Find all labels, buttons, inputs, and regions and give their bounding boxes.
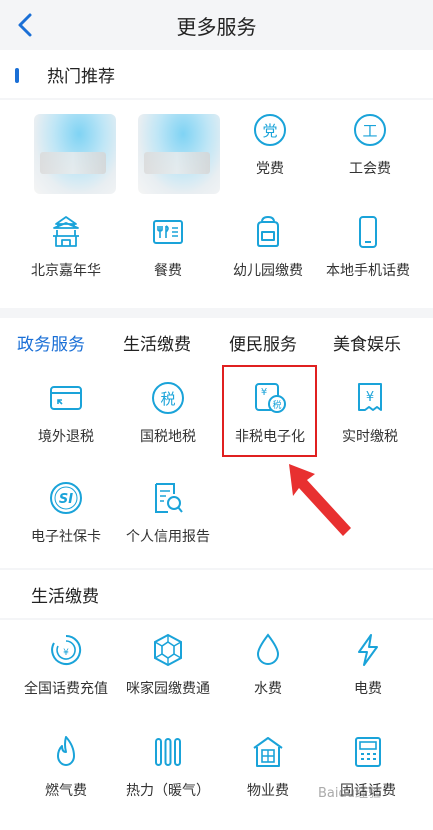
blurred-promo-1[interactable] <box>34 114 116 194</box>
top-bar: 更多服务 <box>0 0 433 50</box>
service-label: 实时缴税 <box>342 429 398 445</box>
social-security-icon: SI <box>50 482 82 514</box>
blurred-promo-2[interactable] <box>138 114 220 194</box>
party-fee-icon: 党 <box>254 114 286 146</box>
divider <box>0 308 433 318</box>
landline-icon <box>355 737 381 767</box>
radiator-icon <box>155 738 181 766</box>
service-electricity[interactable]: 电费 <box>314 620 422 720</box>
tab-gov-services[interactable]: 政务服务 <box>17 330 85 355</box>
service-label: 个人信用报告 <box>126 529 210 545</box>
service-label: 热力（暖气） <box>126 783 210 799</box>
service-label: 餐费 <box>154 263 182 279</box>
service-label: 电费 <box>354 681 382 697</box>
tab-food-entertainment[interactable]: 美食娱乐 <box>333 330 401 355</box>
gov-grid: 境外退税 税 国税地税 ¥ 税 非税电子化 ¥ 实时缴税 SI 电子社保卡 个人… <box>0 368 433 568</box>
union-fee-icon: 工 <box>354 114 386 146</box>
meal-icon <box>153 220 183 244</box>
water-drop-icon <box>256 633 280 665</box>
tab-convenience[interactable]: 便民服务 <box>229 330 297 355</box>
service-party-fee[interactable]: 党 党费 <box>216 100 324 200</box>
mobile-phone-icon <box>359 216 377 248</box>
service-label: 咪家园缴费通 <box>126 681 210 697</box>
service-national-tax[interactable]: 税 国税地税 <box>114 368 222 468</box>
svg-text:党: 党 <box>262 122 277 140</box>
service-union-fee[interactable]: 工 工会费 <box>316 100 424 200</box>
svg-text:¥: ¥ <box>63 648 69 658</box>
section-marker <box>15 68 19 83</box>
flame-icon <box>57 736 75 766</box>
red-arrow-icon <box>289 464 351 536</box>
svg-text:工: 工 <box>362 122 377 140</box>
hot-grid: 党 党费 工 工会费 北京嘉年华 餐费 幼儿园缴费 本地手机话费 <box>0 100 433 308</box>
service-home-payment[interactable]: 咪家园缴费通 <box>114 620 222 720</box>
service-heating[interactable]: 热力（暖气） <box>114 722 222 822</box>
life-section-header: 生活缴费 <box>0 570 433 618</box>
lightning-icon <box>358 634 378 666</box>
hot-section-header: 热门推荐 <box>0 50 433 100</box>
page-title: 更多服务 <box>176 15 257 39</box>
svg-text:税: 税 <box>160 390 175 408</box>
section-title: 生活缴费 <box>31 587 99 607</box>
realtime-tax-icon: ¥ <box>358 383 382 411</box>
service-phone-topup[interactable]: ¥ 全国话费充值 <box>12 620 120 720</box>
service-kindergarten[interactable]: 幼儿园缴费 <box>214 202 322 302</box>
service-label: 全国话费充值 <box>24 681 108 697</box>
service-meal-fee[interactable]: 餐费 <box>114 202 222 302</box>
phone-topup-icon: ¥ <box>51 634 82 665</box>
hexagon-icon <box>154 633 182 667</box>
service-realtime-tax[interactable]: ¥ 实时缴税 <box>316 368 424 468</box>
service-label: 北京嘉年华 <box>31 263 101 279</box>
service-credit-report[interactable]: 个人信用报告 <box>114 468 222 568</box>
service-gas[interactable]: 燃气费 <box>12 722 120 822</box>
service-label: 国税地税 <box>140 429 196 445</box>
service-label: 幼儿园缴费 <box>233 263 303 279</box>
service-label: 物业费 <box>247 783 289 799</box>
backpack-icon <box>257 216 279 247</box>
svg-text:¥: ¥ <box>366 390 374 405</box>
highlight-box <box>222 365 317 457</box>
service-local-mobile[interactable]: 本地手机话费 <box>314 202 422 302</box>
service-social-security[interactable]: SI 电子社保卡 <box>12 468 120 568</box>
service-property[interactable]: 物业费 <box>214 722 322 822</box>
service-label: 境外退税 <box>38 429 94 445</box>
service-tax-refund[interactable]: 境外退税 <box>12 368 120 468</box>
card-icon <box>50 386 82 410</box>
tax-circle-icon: 税 <box>152 382 184 414</box>
section-title: 热门推荐 <box>47 67 115 87</box>
service-label: 工会费 <box>349 161 391 177</box>
category-tabs: 政务服务 生活缴费 便民服务 美食娱乐 <box>0 318 433 368</box>
tab-life-payment[interactable]: 生活缴费 <box>123 330 191 355</box>
service-water[interactable]: 水费 <box>214 620 322 720</box>
service-label: 本地手机话费 <box>326 263 410 279</box>
credit-report-icon <box>155 483 183 513</box>
service-beijing-carnival[interactable]: 北京嘉年华 <box>12 202 120 302</box>
service-label: 电子社保卡 <box>31 529 101 545</box>
service-label: 燃气费 <box>45 783 87 799</box>
temple-icon <box>53 216 79 247</box>
service-landline[interactable]: 固话话费 <box>314 722 422 822</box>
building-icon <box>253 737 283 767</box>
svg-text:SI: SI <box>59 492 73 507</box>
service-label: 水费 <box>254 681 282 697</box>
watermark: Baidu经验 <box>318 786 381 801</box>
service-label: 党费 <box>256 161 284 177</box>
